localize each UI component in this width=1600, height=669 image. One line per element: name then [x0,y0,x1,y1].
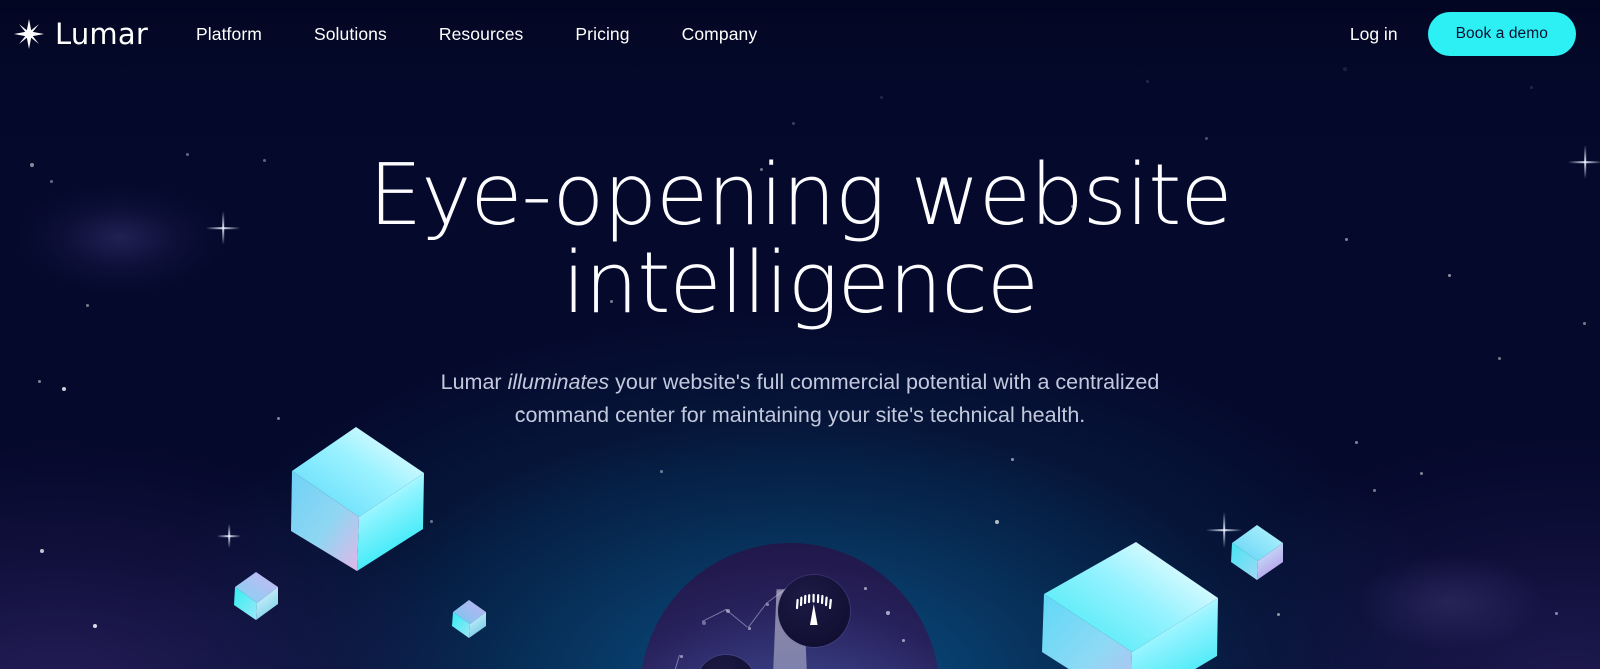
hero-subtitle-before: Lumar [440,370,508,394]
speedometer-gauge-icon [795,593,832,625]
cube-small-left [232,570,280,627]
star-dot [1011,458,1015,462]
constellation-dot [886,611,890,615]
nav-item-company[interactable]: Company [682,24,758,45]
cube-large-left [286,425,426,578]
cube-large-right [1026,540,1222,669]
nav-item-solutions[interactable]: Solutions [314,24,387,45]
constellation-dot [864,587,867,590]
eight-point-star-icon [14,19,44,49]
hero-subtitle: Lumar illuminates your website's full co… [420,366,1180,432]
header-actions: Log in Book a demo [1350,12,1576,56]
star-dot [1373,489,1376,492]
star-dot [430,520,433,523]
star-dot [1555,612,1558,615]
nav-item-pricing[interactable]: Pricing [575,24,629,45]
nav-item-resources[interactable]: Resources [439,24,524,45]
book-a-demo-button[interactable]: Book a demo [1427,12,1576,56]
star-dot [93,624,98,629]
brand-name: Lumar [55,17,148,51]
login-link[interactable]: Log in [1350,24,1398,45]
hero-title-line-1: Eye-opening website [368,146,1233,245]
constellation-line [748,603,767,628]
cube-small-right [1228,523,1286,588]
hero-subtitle-after: your website's full commercial potential… [514,370,1160,427]
planet-orb-graphic [640,543,940,669]
nav-item-platform[interactable]: Platform [196,24,262,45]
constellation-line [725,609,748,628]
hero-title: Eye-opening website intelligence [0,152,1600,328]
site-header: Lumar Platform Solutions Resources Prici… [0,0,1600,68]
hero-stage: Lumar Platform Solutions Resources Prici… [0,0,1600,669]
star-dot [995,520,999,524]
cube-tiny-left [450,598,488,645]
primary-navigation: Platform Solutions Resources Pricing Com… [196,24,757,45]
constellation-dot [902,639,905,642]
hero-subtitle-emphasis: illuminates [507,370,610,394]
constellation-line [702,609,727,622]
star-dot [1420,472,1423,475]
constellation-line [669,654,680,669]
star-dot [660,470,663,473]
badge-speedometer [778,575,850,647]
constellation-dot [680,655,683,658]
hero-title-line-2: intelligence [562,234,1039,333]
star-dot [40,549,44,553]
star-dot [1277,613,1281,617]
sparkle-icon-lower-left [217,524,241,548]
brand-logo[interactable]: Lumar [14,17,148,51]
star-dot [1355,441,1358,444]
